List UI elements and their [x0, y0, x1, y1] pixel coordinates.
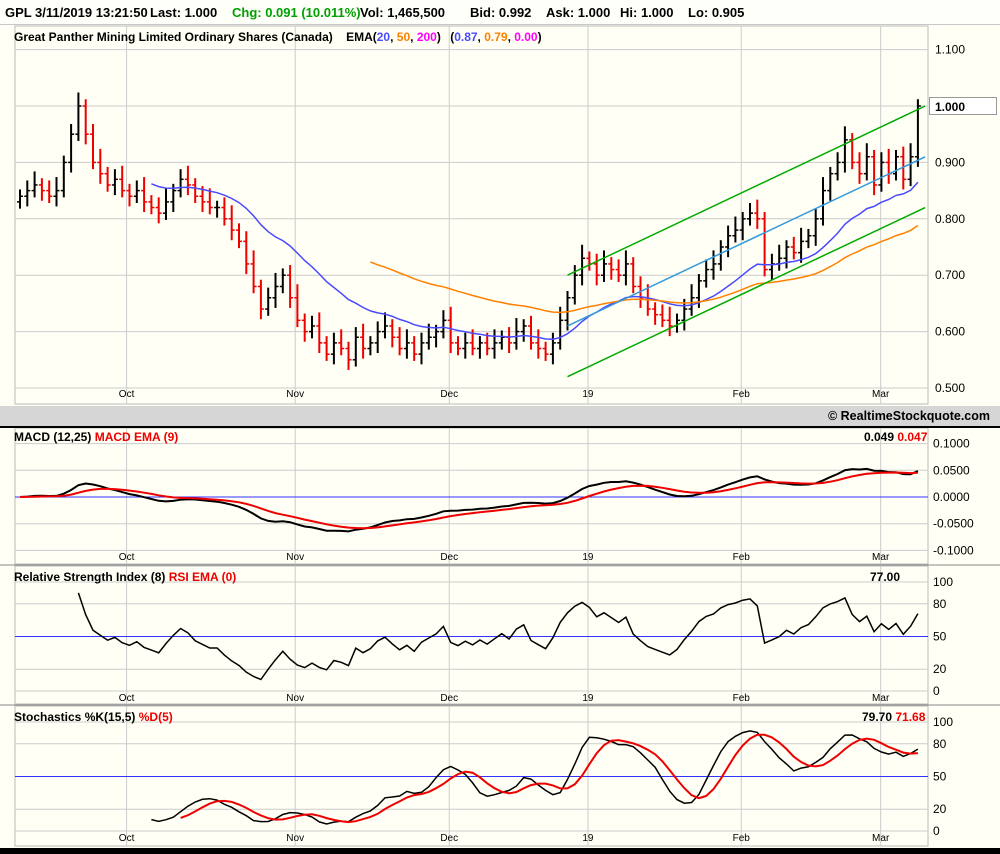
- rsi-title: Relative Strength Index (8) RSI EMA (0): [14, 570, 236, 584]
- ema50-value: 0.79: [484, 30, 508, 44]
- month-label: Nov: [286, 833, 304, 844]
- y-tick-label: -0.1000: [933, 543, 974, 557]
- y-tick-label: 0.0500: [933, 463, 970, 477]
- month-label: Feb: [733, 693, 751, 704]
- y-tick-label: -0.0500: [933, 517, 974, 531]
- stoch-k-value: 79.70: [862, 710, 893, 724]
- y-tick-label: 80: [933, 737, 947, 751]
- month-label: Feb: [733, 389, 751, 400]
- macd-values: 0.049 0.047: [864, 430, 927, 444]
- month-label: Dec: [440, 833, 458, 844]
- y-tick-label: 100: [933, 575, 953, 589]
- month-label: Feb: [733, 833, 751, 844]
- plot-area: [14, 427, 929, 565]
- month-label: 19: [582, 389, 594, 400]
- month-label: Dec: [440, 693, 458, 704]
- month-label: Feb: [733, 552, 751, 563]
- y-tick-label: 80: [933, 597, 947, 611]
- macd-label: MACD (12,25): [14, 430, 92, 444]
- y-tick-label: 0.900: [935, 155, 965, 169]
- month-label: Mar: [872, 552, 890, 563]
- y-tick-label: 50: [933, 630, 947, 644]
- month-label: Nov: [286, 693, 304, 704]
- plot-area: [14, 25, 929, 405]
- rsi-signal-label: RSI EMA (0): [168, 570, 237, 584]
- plot-area: [14, 565, 929, 705]
- y-tick-label: 0.0000: [933, 490, 970, 504]
- month-label: Nov: [286, 552, 304, 563]
- month-label: Oct: [119, 693, 135, 704]
- month-label: Oct: [119, 552, 135, 563]
- y-tick-label: 0.1000: [933, 437, 970, 451]
- y-tick-label: 0: [933, 684, 940, 698]
- stoch-values: 79.70 71.68: [862, 710, 925, 724]
- month-label: 19: [582, 552, 594, 563]
- ema200-period: 200: [416, 30, 437, 44]
- y-tick-label: 20: [933, 662, 947, 676]
- y-tick-label: 100: [933, 715, 953, 729]
- stoch-d-value: 71.68: [895, 710, 926, 724]
- month-label: Dec: [440, 552, 458, 563]
- stock-name: Great Panther Mining Limited Ordinary Sh…: [14, 30, 333, 44]
- last-price-marker: 1.000: [929, 97, 997, 115]
- month-label: 19: [582, 833, 594, 844]
- ema200-value: 0.00: [514, 30, 538, 44]
- macd-signal-label: MACD EMA (9): [94, 430, 179, 444]
- y-tick-label: 20: [933, 802, 947, 816]
- chart-canvas: 1.100 1.000 0.900 0.800 0.700 0.600 0.500 Oct No…: [0, 25, 1000, 847]
- y-tick-label: 0.500: [935, 381, 965, 395]
- month-label: Dec: [440, 389, 458, 400]
- month-label: Oct: [119, 833, 135, 844]
- macd-signal-value: 0.047: [897, 430, 928, 444]
- stoch-signal-label: %D(5): [138, 710, 173, 724]
- ema-label: EMA(: [346, 30, 377, 44]
- price-panel-title: Great Panther Mining Limited Ordinary Sh…: [14, 30, 542, 44]
- y-tick-label: 0.700: [935, 268, 965, 282]
- rsi-label: Relative Strength Index (8): [14, 570, 166, 584]
- bottom-border: [0, 848, 1000, 854]
- y-tick-label: 1.100: [935, 43, 965, 57]
- ema20-value: 0.87: [454, 30, 478, 44]
- month-label: Mar: [872, 833, 890, 844]
- ema20-period: 20: [376, 30, 391, 44]
- month-label: Nov: [286, 389, 304, 400]
- y-tick-label: 0.600: [935, 325, 965, 339]
- ema50-period: 50: [396, 30, 411, 44]
- y-tick-label: 0: [933, 824, 940, 838]
- macd-title: MACD (12,25) MACD EMA (9): [14, 430, 178, 444]
- macd-value: 0.049: [864, 430, 895, 444]
- stoch-title: Stochastics %K(15,5) %D(5): [14, 710, 173, 724]
- stoch-label: Stochastics %K(15,5): [14, 710, 136, 724]
- rsi-value: 77.00: [870, 570, 901, 584]
- y-tick-label: 0.800: [935, 212, 965, 226]
- y-tick-label: 50: [933, 770, 947, 784]
- month-label: Mar: [872, 389, 890, 400]
- watermark: © RealtimeStockquote.com: [827, 409, 990, 423]
- month-label: 19: [582, 693, 594, 704]
- month-label: Oct: [119, 389, 135, 400]
- month-label: Mar: [872, 693, 890, 704]
